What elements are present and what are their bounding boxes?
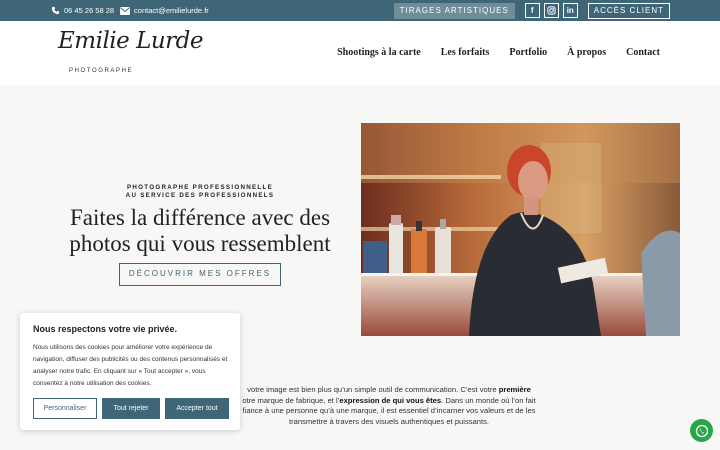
whatsapp-button[interactable] (690, 419, 713, 442)
nav-item-contact[interactable]: Contact (626, 47, 660, 58)
cookie-buttons: Personnaliser Tout rejeter Accepter tout (33, 398, 229, 419)
intro-bold-2: expression de qui vous êtes (339, 395, 442, 405)
hero-photo (361, 123, 680, 336)
cookie-consent-banner: Nous respectons votre vie privée. Nous u… (20, 313, 240, 430)
logo-subtitle: PHOTOGRAPHE (69, 68, 134, 74)
hero-tagline-line2: AU SERVICE DES PROFESSIONNELS (125, 192, 275, 199)
nav-item-a-propos[interactable]: À propos (567, 47, 606, 58)
nav-item-shootings[interactable]: Shootings à la carte (337, 47, 421, 58)
top-bar-actions: TIRAGES ARTISTIQUES f in ACCÈS CLIENT (393, 2, 670, 19)
intro-text-2: otre marque de fabrique, et l’ (242, 395, 340, 405)
cookie-title: Nous respectons votre vie privée. (33, 324, 178, 334)
facebook-icon[interactable]: f (524, 3, 540, 18)
whatsapp-icon (695, 424, 708, 437)
intro-paragraph: votre image est bien plus qu’un simple o… (239, 385, 539, 427)
email-link[interactable]: contact@emilielurde.fr (120, 6, 209, 15)
instagram-icon[interactable] (543, 3, 559, 18)
hero-tagline-line1: PHOTOGRAPHE PROFESSIONNELLE (126, 184, 274, 191)
linkedin-icon[interactable]: in (562, 3, 578, 18)
nav-item-portfolio[interactable]: Portfolio (509, 47, 547, 58)
contact-info: 06 45 26 58 28 contact@emilielurde.fr (51, 0, 215, 21)
acces-client-button[interactable]: ACCÈS CLIENT (587, 2, 670, 19)
envelope-icon (120, 6, 131, 15)
phone-link[interactable]: 06 45 26 58 28 (51, 6, 114, 15)
main-nav: Shootings à la carte Les forfaits Portfo… (337, 47, 660, 58)
hero-title: Faites la différence avec des photos qui… (69, 205, 331, 256)
intro-bold-1: première (498, 385, 531, 394)
site-header: Emilie Lurde PHOTOGRAPHE Shootings à la … (0, 21, 720, 85)
cookie-text: Nous utilisons des cookies pour améliore… (33, 344, 228, 387)
cookie-reject-button[interactable]: Tout rejeter (102, 398, 160, 419)
phone-number: 06 45 26 58 28 (64, 6, 115, 15)
hero-tagline: PHOTOGRAPHE PROFESSIONNELLE AU SERVICE D… (120, 184, 280, 200)
top-bar: 06 45 26 58 28 contact@emilielurde.fr TI… (0, 0, 720, 21)
intro-text-1: votre image est bien plus qu’un simple o… (247, 385, 499, 394)
cookie-accept-button[interactable]: Accepter tout (165, 398, 229, 419)
phone-icon (51, 6, 60, 15)
email-address: contact@emilielurde.fr (134, 6, 209, 15)
nav-item-forfaits[interactable]: Les forfaits (441, 47, 490, 58)
cookie-customize-button[interactable]: Personnaliser (33, 398, 97, 419)
discover-offers-button[interactable]: DÉCOUVRIR MES OFFRES (119, 263, 281, 286)
tirages-artistiques-button[interactable]: TIRAGES ARTISTIQUES (393, 2, 515, 19)
logo[interactable]: Emilie Lurde (58, 28, 204, 54)
